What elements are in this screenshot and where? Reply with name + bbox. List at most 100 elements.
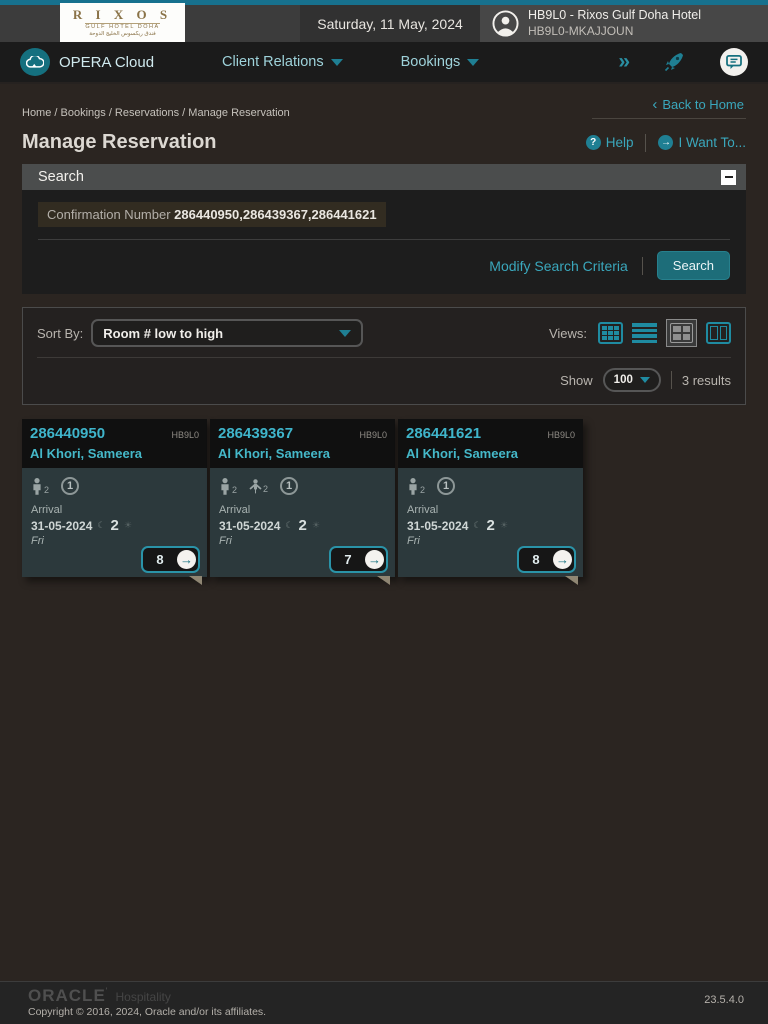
card-callout-tail — [189, 576, 202, 585]
oracle-logo: ORACLE — [28, 986, 106, 1005]
page-footer: ORACLE' Hospitality Copyright © 2016, 202… — [0, 981, 768, 1024]
room-number: 8 — [532, 552, 540, 567]
header-left-segment: R I X O S GULF HOTEL DOHA فندق ريكسوس ال… — [0, 3, 300, 42]
chevron-down-icon — [467, 58, 480, 66]
help-link[interactable]: ? Help — [585, 135, 634, 150]
adults-count: 2 — [407, 477, 425, 495]
room-number: 8 — [156, 552, 164, 567]
user-avatar-icon — [492, 10, 519, 37]
i-want-to-link[interactable]: → I Want To... — [658, 135, 746, 150]
linked-reservations-badge: 1 — [280, 477, 299, 495]
help-label: Help — [605, 135, 634, 150]
room-number-button[interactable]: 8 → — [517, 546, 576, 573]
rocket-icon[interactable] — [662, 50, 686, 74]
hotel-logo-brand: R I X O S — [72, 6, 173, 22]
i-want-to-label: I Want To... — [678, 135, 746, 150]
reservation-card[interactable]: 286439367 HB9L0 Al Khori, Sameera 2 2 1 … — [210, 419, 395, 585]
show-label: Show — [560, 372, 593, 388]
back-to-home-link[interactable]: ‹ Back to Home — [592, 97, 746, 119]
breadcrumb[interactable]: Home / Bookings / Reservations / Manage … — [22, 107, 290, 119]
results-count: 3 results — [681, 372, 731, 388]
chat-icon[interactable] — [720, 48, 748, 76]
guest-name-link[interactable]: Al Khori, Sameera — [22, 443, 207, 468]
show-count-select[interactable]: 100 — [602, 368, 661, 392]
moon-icon: ☾ — [285, 520, 294, 530]
go-arrow-icon: → — [365, 550, 384, 569]
confirmation-number-link[interactable]: 286439367 — [218, 425, 293, 442]
arrival-label: Arrival — [219, 504, 251, 516]
arrival-date: 31-05-2024 — [219, 518, 281, 533]
table-view-button[interactable] — [598, 322, 623, 344]
linked-reservations-badge: 1 — [437, 477, 456, 495]
room-number-button[interactable]: 8 → — [141, 546, 200, 573]
copyright-text: Copyright © 2016, 2024, Oracle and/or it… — [28, 1005, 267, 1018]
confirmation-number-link[interactable]: 286441621 — [406, 425, 481, 442]
card-callout-tail — [565, 576, 578, 585]
search-panel: Search Confirmation Number 286440950,286… — [22, 164, 746, 294]
reservation-card[interactable]: 286440950 HB9L0 Al Khori, Sameera 2 1 Ar… — [22, 419, 207, 585]
column-view-button[interactable] — [706, 322, 731, 344]
sort-by-select[interactable]: Room # low to high — [91, 319, 364, 347]
guest-name-link[interactable]: Al Khori, Sameera — [398, 443, 583, 468]
search-panel-header: Search — [22, 164, 746, 190]
chevron-down-icon — [639, 377, 650, 383]
chevron-down-icon — [330, 58, 343, 66]
search-panel-title: Search — [38, 169, 84, 185]
search-button[interactable]: Search — [656, 251, 730, 280]
overflow-menu-icon[interactable]: » — [618, 50, 630, 74]
menu-bookings[interactable]: Bookings — [401, 54, 480, 70]
divider — [670, 371, 672, 389]
user-session-area[interactable]: HB9L0 - Rixos Gulf Doha Hotel HB9L0-MKAJ… — [480, 5, 768, 42]
reservation-cards: 286440950 HB9L0 Al Khori, Sameera 2 1 Ar… — [22, 419, 746, 585]
header-date-segment: Saturday, 11 May, 2024 — [300, 5, 480, 42]
nights-count: 2 — [298, 517, 307, 534]
show-count-value: 100 — [613, 374, 633, 386]
divider — [38, 239, 730, 240]
menu-client-relations-label: Client Relations — [222, 54, 324, 70]
menu-client-relations[interactable]: Client Relations — [222, 54, 343, 70]
divider — [641, 256, 643, 275]
sun-icon: ☀ — [311, 520, 320, 530]
sort-by-label: Sort By: — [37, 325, 84, 341]
views-label: Views: — [548, 325, 587, 341]
room-number-button[interactable]: 7 → — [329, 546, 388, 573]
arrival-date: 31-05-2024 — [31, 518, 93, 533]
go-arrow-icon: → — [553, 550, 572, 569]
back-to-home-label: Back to Home — [662, 97, 744, 112]
oracle-trademark: ' — [105, 986, 108, 996]
sort-by-value: Room # low to high — [103, 325, 224, 341]
list-view-button[interactable] — [632, 322, 657, 344]
adult-icon — [33, 477, 41, 495]
chevron-left-icon: ‹ — [652, 96, 658, 113]
modify-search-criteria-link[interactable]: Modify Search Criteria — [489, 258, 628, 274]
main-navbar: OPERA Cloud Client Relations Bookings » — [0, 42, 768, 84]
main-content: Home / Bookings / Reservations / Manage … — [0, 84, 768, 981]
arrival-date: 31-05-2024 — [407, 518, 469, 533]
hotel-logo-arabic: فندق ريكسوس الخليج الدوحة — [89, 30, 156, 37]
nights-count: 2 — [486, 517, 495, 534]
collapse-panel-button[interactable] — [721, 169, 736, 185]
arrival-label: Arrival — [407, 504, 439, 516]
top-header: R I X O S GULF HOTEL DOHA فندق ريكسوس ال… — [0, 0, 768, 42]
card-view-button-selected[interactable] — [666, 319, 697, 347]
moon-icon: ☾ — [97, 520, 106, 530]
menu-bookings-label: Bookings — [400, 54, 461, 70]
child-icon — [249, 478, 262, 493]
confirmation-number-field[interactable]: Confirmation Number 286440950,286439367,… — [38, 202, 386, 227]
chevron-down-icon — [339, 329, 352, 337]
property-code: HB9L0 — [171, 430, 199, 440]
card-view-icon — [670, 323, 693, 343]
oracle-hospitality-label: Hospitality — [115, 990, 171, 1004]
room-number: 7 — [344, 552, 352, 567]
arrow-right-icon: → — [658, 135, 674, 150]
guest-name-link[interactable]: Al Khori, Sameera — [210, 443, 395, 468]
hotel-logo-subtitle: GULF HOTEL DOHA — [85, 22, 160, 31]
adults-count: 2 — [219, 477, 237, 495]
help-icon: ? — [585, 135, 601, 150]
confirmation-number-link[interactable]: 286440950 — [30, 425, 105, 442]
card-callout-tail — [377, 576, 390, 585]
confirmation-number-value: 286440950,286439367,286441621 — [174, 207, 377, 222]
arrival-label: Arrival — [31, 504, 63, 516]
reservation-card[interactable]: 286441621 HB9L0 Al Khori, Sameera 2 1 Ar… — [398, 419, 583, 585]
opera-cloud-logo[interactable]: OPERA Cloud — [20, 48, 154, 76]
